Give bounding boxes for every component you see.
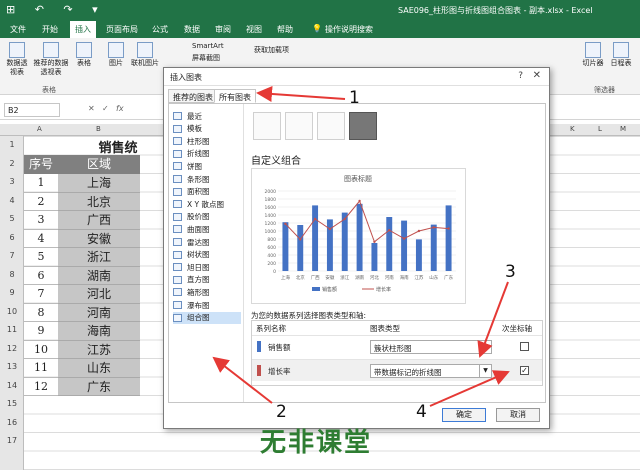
annotation-1: 1 [349,88,360,108]
arrow-2 [212,356,273,404]
annotation-2: 2 [276,402,287,422]
annotation-arrows [212,85,510,407]
annotation-4: 4 [416,402,427,422]
arrow-1 [256,85,346,102]
annotation-3: 3 [505,262,516,282]
watermark: 无非课堂 [260,428,373,458]
arrow-4 [429,370,510,407]
arrow-3 [477,281,509,358]
